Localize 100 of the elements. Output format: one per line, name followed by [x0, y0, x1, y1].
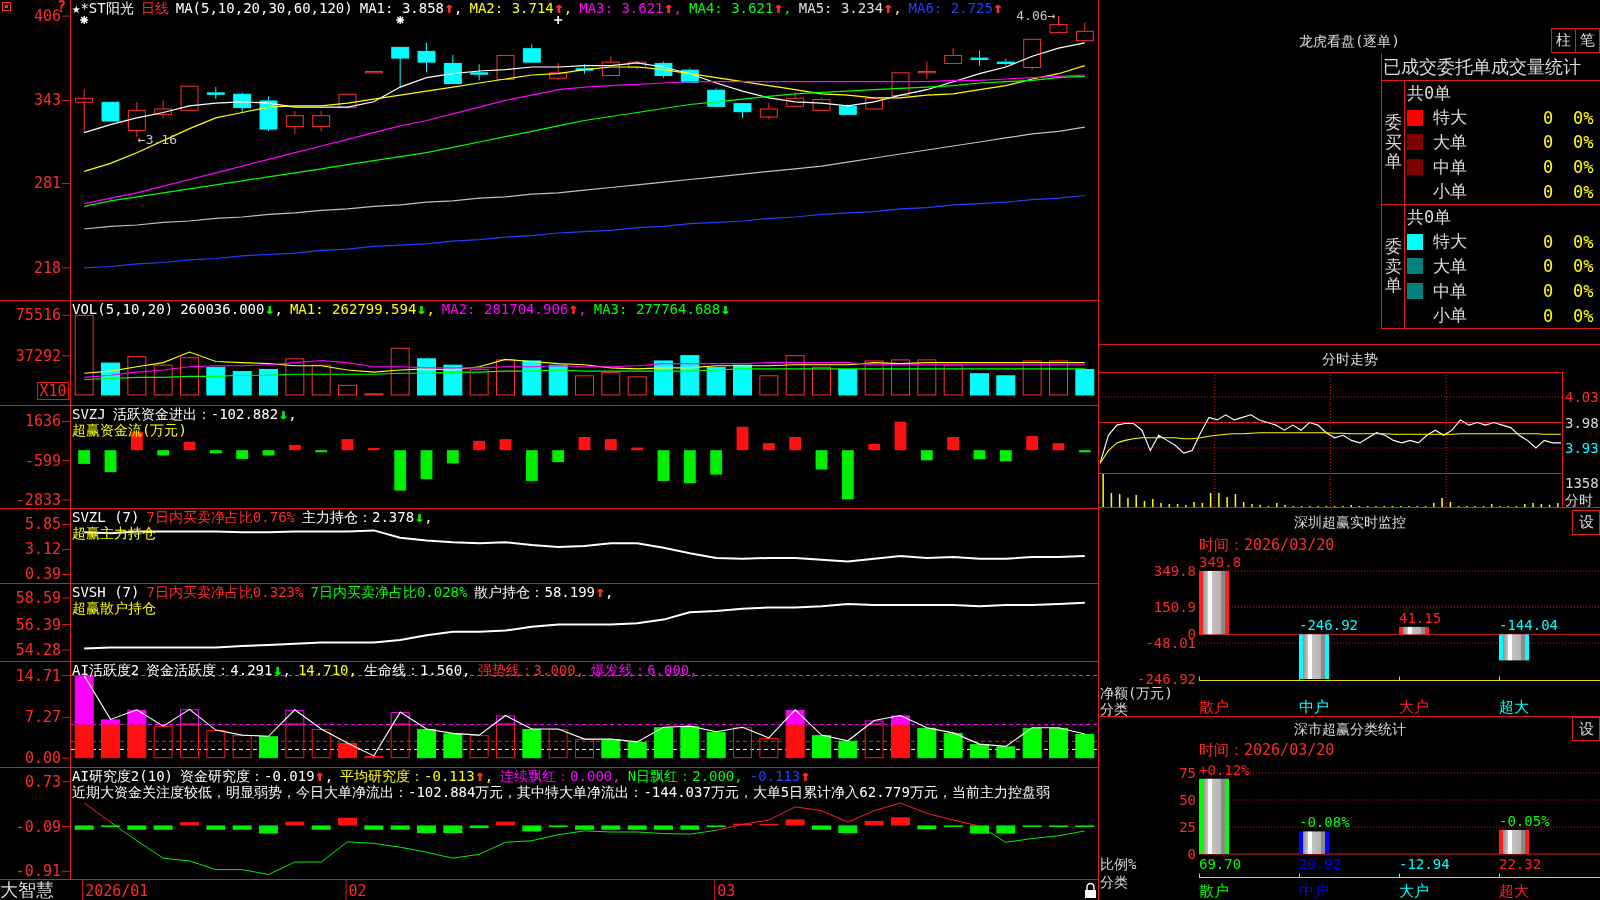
fund-flow-bar: [683, 450, 696, 484]
axis-label: 0.00: [24, 749, 61, 767]
fund-flow-bar: [446, 450, 459, 464]
value-label: -12.94: [1399, 856, 1450, 872]
view-toggle-button[interactable]: 笔: [1575, 28, 1600, 53]
fund-flow-bar: [1078, 450, 1091, 453]
indicator-text: 生命线：1.560,: [363, 662, 471, 678]
research-bar: [469, 825, 489, 829]
indicator-text: 主力持仓：2.378↓,: [302, 509, 433, 525]
activity-bar: [1049, 727, 1068, 759]
activity-bar: [970, 744, 989, 759]
fund-flow-bar: [710, 450, 723, 475]
fund-flow-bar: [157, 450, 170, 456]
axis-label: -246.92: [1137, 671, 1196, 687]
activity-bar: [601, 739, 621, 759]
research-bar: [127, 825, 147, 830]
fund-flow-bar: [78, 450, 91, 464]
axis-label: 0.73: [24, 772, 61, 791]
order-percent: 0%: [1573, 256, 1594, 277]
view-toggle-button[interactable]: 柱: [1551, 28, 1576, 53]
fund-flow-bar: [394, 450, 407, 491]
fund-flow-bar: [209, 450, 222, 454]
axis-label: -0.09: [15, 817, 61, 836]
axis-label: 14.71: [15, 666, 61, 685]
indicator-text: MA2: 281704.906↑,: [441, 301, 587, 317]
indicator-text: SVSH (7): [72, 584, 140, 600]
fund-flow-bar: [631, 447, 644, 451]
category-label: 中户: [1299, 698, 1329, 716]
volume-bar: [970, 373, 989, 396]
fund-flow-bar: [894, 421, 907, 451]
research-bar: [1022, 825, 1042, 828]
research-bar: [654, 825, 673, 830]
category-label: 散户: [1199, 882, 1229, 900]
order-count: 0: [1542, 256, 1555, 277]
category-bar: [1299, 634, 1329, 679]
research-bar: [153, 825, 173, 830]
axis-label: 25: [1179, 819, 1196, 835]
research-bar: [548, 825, 568, 828]
research-bar: [970, 825, 989, 834]
category-bar: [1499, 634, 1529, 661]
change-label: +0.12%: [1199, 761, 1250, 778]
fund-flow-bar: [920, 450, 933, 461]
activity-bar: [654, 727, 673, 759]
research-bar: [101, 825, 120, 828]
research-bar: [390, 825, 410, 830]
indicator-text: 7日内买卖净占比0.76%: [146, 509, 295, 525]
settings-button[interactable]: 设: [1572, 717, 1600, 741]
research-bar: [706, 825, 726, 828]
indicator-text: 7日内买卖净占比0.323%: [146, 584, 304, 600]
pane-label: 分时: [1565, 492, 1593, 507]
axis-label: 54.28: [15, 641, 61, 659]
research-bar: [759, 823, 779, 826]
activity-bar: [627, 741, 647, 759]
fund-flow-bar: [1052, 443, 1065, 451]
category-bar: [1299, 831, 1329, 854]
research-bar: [785, 819, 805, 826]
fund-flow-bar: [604, 439, 617, 451]
timestamp: 时间：2026/03/20: [1199, 535, 1335, 555]
volume-bar: [1075, 368, 1095, 396]
fund-flow-bar: [657, 450, 670, 481]
order-size-label: 特大: [1433, 230, 1468, 254]
category-label: 超大: [1499, 698, 1529, 716]
fund-flow-bar: [736, 426, 749, 451]
settings-button[interactable]: 设: [1572, 510, 1600, 535]
fund-flow-bar: [762, 443, 775, 451]
fund-flow-bar: [104, 450, 117, 473]
fund-flow-bar: [499, 439, 512, 451]
category-label: 超大: [1499, 882, 1529, 900]
indicator-text: SVZL (7): [72, 509, 140, 525]
order-size-label: 特大: [1433, 106, 1468, 130]
section-label: 委买单: [1384, 113, 1402, 172]
research-bar: [733, 823, 752, 826]
indicator-text: 爆发线：6.000,: [591, 662, 698, 678]
volume-bar: [548, 364, 568, 396]
fund-flow-bar: [815, 450, 828, 470]
order-size-label: 小单: [1433, 180, 1468, 204]
activity-bar: [1075, 734, 1095, 759]
order-percent: 0%: [1573, 107, 1594, 128]
research-bar: [206, 825, 226, 830]
axis-label: 1636: [24, 412, 61, 431]
indicator-text: 强势线：3.000,: [477, 662, 585, 678]
indicator-text: VOL(5,10,20): [72, 301, 174, 317]
date-label: 03: [717, 882, 736, 900]
activity-bar: [338, 743, 357, 759]
research-bar: [627, 825, 647, 830]
section-label: 委卖单: [1384, 237, 1402, 296]
indicator-text: 近期大资金关注度较低，明显弱势，今日大单净流出：-102.884万元，其中特大单净流出：-144.037万元，大单5日累计净入62.779万元，当前主力控盘弱: [72, 784, 1050, 800]
volume-bar: [706, 366, 726, 396]
category-bar: [1499, 829, 1529, 854]
order-total: 共0单: [1407, 81, 1452, 105]
research-bar: [285, 821, 305, 826]
volume-bar: [232, 371, 252, 396]
indicator-text: AI研究度2(10): [72, 768, 173, 784]
fund-flow-bar: [552, 450, 565, 463]
fund-flow-bar: [367, 448, 380, 451]
research-bar: [311, 825, 331, 830]
date-label: 02: [348, 882, 367, 900]
order-size-label: 中单: [1433, 155, 1468, 179]
category-label: 大户: [1399, 698, 1429, 716]
app-name: 大智慧: [0, 880, 55, 900]
